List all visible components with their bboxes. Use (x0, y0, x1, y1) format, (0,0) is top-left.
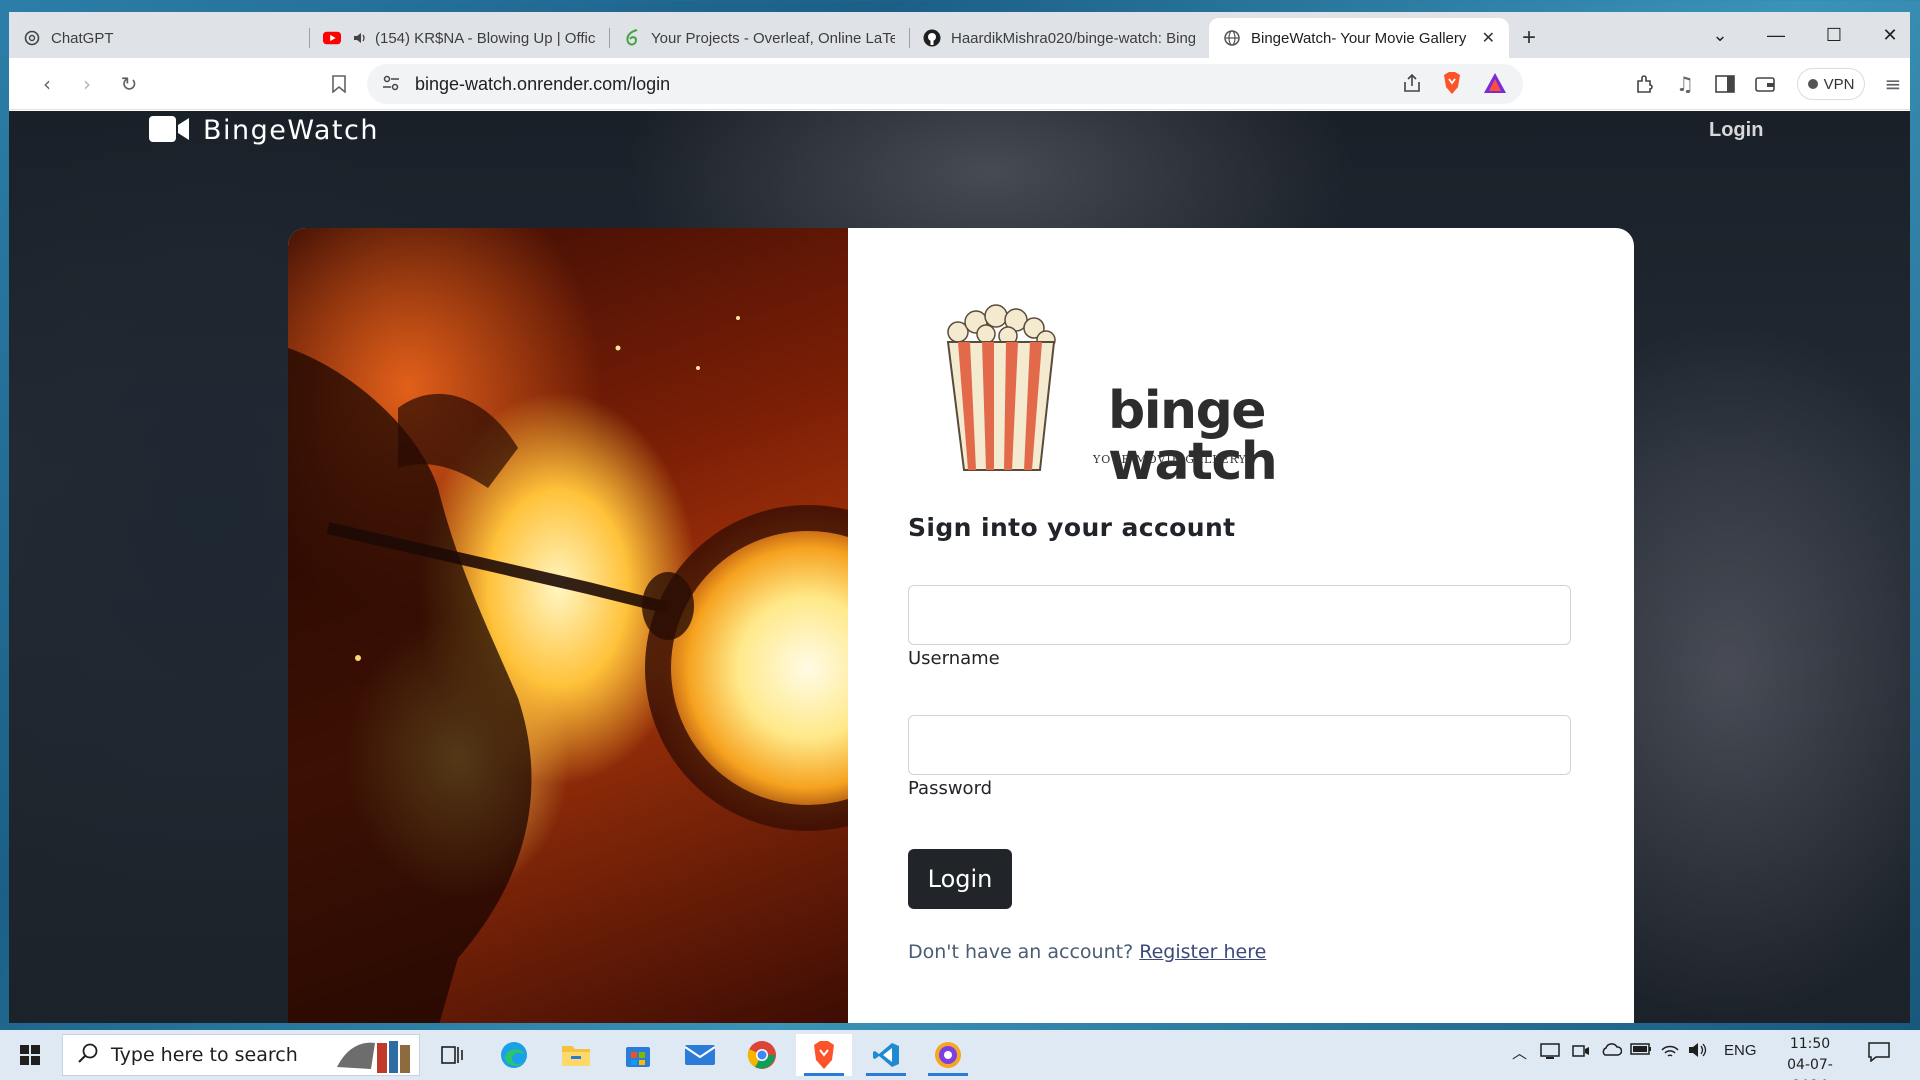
file-explorer-icon[interactable] (548, 1034, 604, 1076)
tab-youtube[interactable]: (154) KR$NA - Blowing Up | Offic (309, 18, 609, 58)
brand-link[interactable]: BingeWatch (149, 115, 379, 146)
microsoft-store-icon[interactable] (610, 1034, 666, 1076)
popcorn-icon (946, 304, 1056, 471)
share-icon[interactable] (1401, 72, 1423, 98)
wallet-icon[interactable] (1749, 68, 1781, 100)
tab-title: HaardikMishra020/binge-watch: Bing (951, 29, 1195, 47)
search-highlight-icon (327, 1037, 417, 1079)
search-placeholder: Type here to search (111, 1044, 298, 1066)
clock-time: 11:50 (1789, 1036, 1831, 1052)
youtube-icon (323, 29, 341, 47)
username-label: Username (908, 648, 1000, 669)
register-prompt: Don't have an account? Register here (908, 941, 1266, 963)
globe-icon (1223, 29, 1241, 47)
navbar: BingeWatch Login (9, 111, 1910, 153)
tab-strip: ChatGPT (154) KR$NA - Blowing Up | Offic… (9, 12, 1910, 58)
register-link[interactable]: Register here (1139, 941, 1266, 963)
hero-image (288, 228, 848, 1023)
login-card: binge watch YOUR MOVIE GALLERY Sign into… (288, 228, 1634, 1023)
clock-date: 04-07-2024 (1787, 1057, 1833, 1080)
vpn-status-icon (1807, 79, 1818, 89)
register-prompt-text: Don't have an account? (908, 941, 1134, 963)
overleaf-icon (623, 29, 641, 47)
taskbar-search-box[interactable]: Type here to search (62, 1034, 420, 1076)
notifications-icon[interactable] (1868, 1042, 1890, 1066)
tab-chatgpt[interactable]: ChatGPT (9, 18, 309, 58)
address-bar[interactable]: binge-watch.onrender.com/login (367, 64, 1523, 104)
tab-title: Your Projects - Overleaf, Online LaTe (651, 29, 895, 47)
logo-tagline: YOUR MOVIE GALLERY (1093, 453, 1247, 466)
vpn-button[interactable]: VPN (1797, 68, 1865, 100)
video-camera-icon (149, 115, 189, 146)
chrome-icon[interactable] (734, 1034, 790, 1076)
mail-icon[interactable] (672, 1034, 728, 1076)
tab-bingewatch[interactable]: BingeWatch- Your Movie Gallery ✕ (1209, 18, 1509, 58)
brand-name: BingeWatch (203, 115, 379, 146)
menu-icon[interactable]: ≡ (1877, 68, 1909, 100)
site-settings-icon[interactable] (381, 73, 401, 97)
network-monitor-icon[interactable] (1540, 1042, 1560, 1064)
form-heading: Sign into your account (908, 513, 1236, 542)
onedrive-icon[interactable] (1600, 1042, 1623, 1060)
forward-arrow-icon[interactable]: › (71, 68, 103, 100)
nav-login-link[interactable]: Login (1709, 119, 1763, 142)
language-indicator[interactable]: ENG (1724, 1042, 1757, 1059)
brave-rewards-icon[interactable] (1483, 72, 1507, 98)
maximize-button[interactable]: ☐ (1805, 12, 1863, 58)
new-tab-button[interactable]: + (1509, 18, 1549, 58)
edge-icon[interactable] (486, 1034, 542, 1076)
tab-github[interactable]: HaardikMishra020/binge-watch: Bing (909, 18, 1209, 58)
close-tab-icon[interactable]: ✕ (1482, 28, 1495, 48)
tab-title: (154) KR$NA - Blowing Up | Offic (375, 29, 595, 47)
windows-taskbar: Type here to search ︿ ENG 11:50 04-07- (0, 1030, 1920, 1080)
tab-overleaf[interactable]: Your Projects - Overleaf, Online LaTe (609, 18, 909, 58)
wifi-icon[interactable] (1660, 1042, 1680, 1062)
task-view-icon[interactable] (424, 1034, 480, 1076)
media-icon[interactable]: ♫ (1669, 68, 1701, 100)
back-arrow-icon[interactable]: ‹ (31, 68, 63, 100)
sidebar-icon[interactable] (1709, 68, 1741, 100)
taskbar-clock[interactable]: 11:50 04-07-2024 (1770, 1034, 1850, 1080)
username-input[interactable] (908, 585, 1571, 645)
tab-title: BingeWatch- Your Movie Gallery (1251, 29, 1467, 47)
volume-icon[interactable] (1688, 1042, 1708, 1062)
show-hidden-icons-chevron-icon[interactable]: ︿ (1512, 1042, 1527, 1063)
tab-search-chevron-icon[interactable]: ⌄ (1691, 12, 1749, 58)
login-form-panel: binge watch YOUR MOVIE GALLERY Sign into… (848, 228, 1634, 1023)
vscode-icon[interactable] (858, 1034, 914, 1076)
search-icon (77, 1042, 99, 1068)
logo-wordmark: binge watch (1108, 381, 1278, 492)
tab-title: ChatGPT (51, 29, 114, 47)
battery-icon[interactable] (1630, 1042, 1652, 1060)
page-content: BingeWatch Login binge watch YOUR MOVIE … (9, 111, 1910, 1023)
windows-logo-icon (20, 1045, 40, 1065)
login-button[interactable]: Login (908, 849, 1012, 909)
extensions-icon[interactable] (1629, 68, 1661, 100)
password-input[interactable] (908, 715, 1571, 775)
bookmark-icon[interactable] (323, 68, 355, 100)
colorful-app-icon[interactable] (920, 1034, 976, 1076)
password-label: Password (908, 778, 993, 799)
brave-shields-icon[interactable] (1441, 71, 1463, 99)
reload-icon[interactable]: ↻ (113, 68, 145, 100)
minimize-button[interactable]: — (1747, 12, 1805, 58)
meet-now-icon[interactable] (1572, 1042, 1590, 1064)
speaker-icon[interactable] (351, 29, 369, 47)
close-window-button[interactable]: ✕ (1861, 12, 1910, 58)
browser-window: ChatGPT (154) KR$NA - Blowing Up | Offic… (9, 12, 1910, 1023)
brave-icon[interactable] (796, 1034, 852, 1076)
windows-start-button[interactable] (8, 1038, 52, 1072)
chatgpt-icon (23, 29, 41, 47)
browser-toolbar: ‹ › ↻ binge-watch.onrender.com/login ♫ V… (9, 58, 1910, 110)
bingewatch-logo: binge watch (936, 298, 1278, 488)
url-text: binge-watch.onrender.com/login (415, 74, 671, 94)
github-icon (923, 29, 941, 47)
